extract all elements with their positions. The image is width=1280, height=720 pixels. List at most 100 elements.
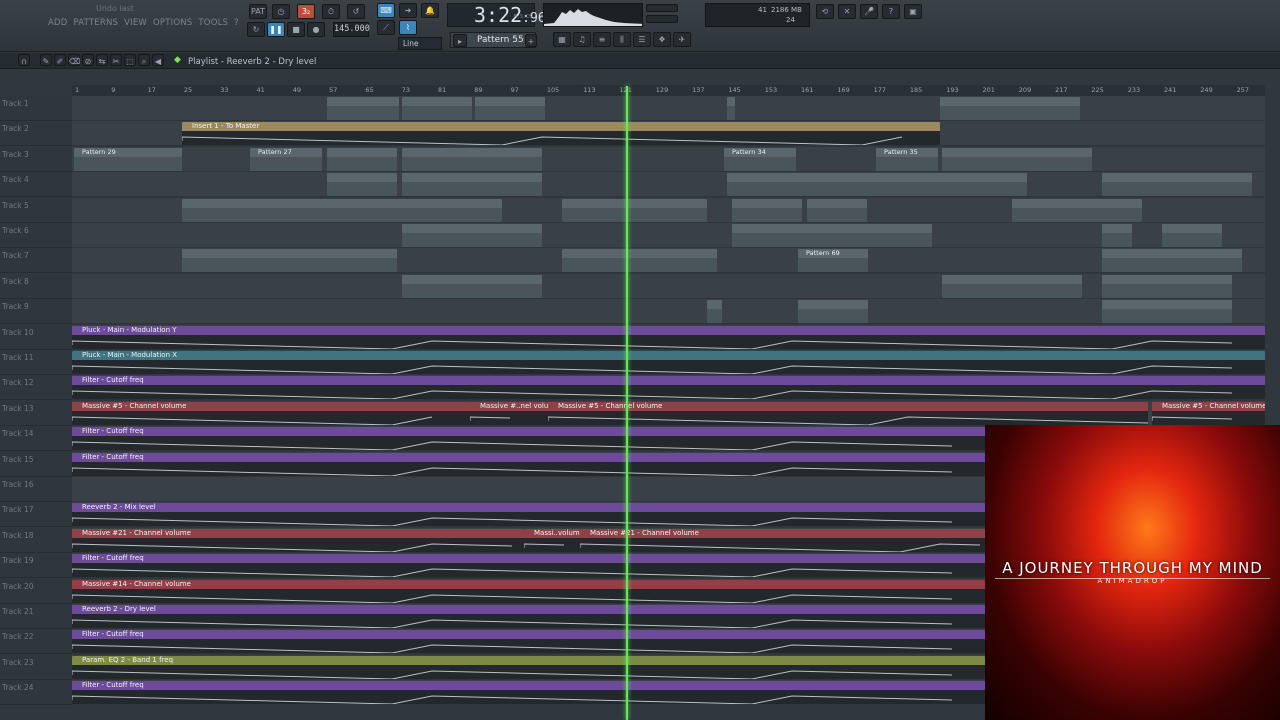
pattern-clip[interactable]: Pattern 34	[724, 147, 796, 171]
pattern-clip[interactable]	[727, 97, 735, 120]
track-lane[interactable]: Filter - Cutoff freq	[72, 375, 1265, 401]
countdown-icon[interactable]: ↺	[347, 4, 365, 19]
pattern-clip[interactable]	[562, 249, 717, 273]
track-label[interactable]: Track 21	[0, 604, 72, 629]
pattern-clip[interactable]	[1102, 249, 1242, 273]
save-icon[interactable]: ▣	[904, 4, 922, 19]
track-label[interactable]: Track 17	[0, 502, 72, 528]
automation-clip[interactable]: Reeverb 2 - Dry level	[72, 605, 985, 628]
menu-options[interactable]: OPTIONS	[153, 18, 192, 28]
track-label[interactable]: Track 1	[0, 96, 72, 121]
track-label[interactable]: Track 16	[0, 477, 72, 502]
mute-icon[interactable]: ⊘	[82, 54, 94, 66]
automation-clip[interactable]: Filter - Cutoff freq	[72, 376, 1265, 400]
channel-rack-icon[interactable]: ≡	[593, 32, 611, 47]
track-lane[interactable]	[72, 197, 1265, 223]
tools-icon[interactable]: ✕	[838, 4, 856, 19]
track-lane[interactable]	[72, 299, 1265, 325]
pattern-clip[interactable]	[182, 249, 397, 273]
track-lane[interactable]	[72, 172, 1265, 198]
track-label[interactable]: Track 6	[0, 223, 72, 248]
pattern-clip[interactable]	[942, 274, 1082, 298]
master-volume-slider[interactable]	[646, 4, 678, 12]
automation-clip[interactable]: Massive #5 - Channel volume	[548, 401, 1148, 425]
automation-clip[interactable]: Filter - Cutoff freq	[72, 681, 985, 705]
automation-clip[interactable]: Massive #5 - Channel volume	[72, 401, 470, 425]
metronome-icon[interactable]: ◷	[272, 4, 290, 19]
automation-clip[interactable]: Massive #..nel volume	[470, 401, 548, 425]
track-lane[interactable]: Pattern 29 Pattern 27 Pattern 34 Pattern 35	[72, 146, 1265, 172]
pat-song-toggle[interactable]: PAT	[249, 4, 267, 19]
pattern-clip[interactable]	[402, 224, 542, 247]
select-icon[interactable]: ⬚	[124, 54, 136, 66]
track-label[interactable]: Track 9	[0, 299, 72, 325]
track-label[interactable]: Track 24	[0, 680, 72, 706]
automation-clip[interactable]: Filter - Cutoff freq	[72, 427, 985, 451]
slip-icon[interactable]: ⇆	[96, 54, 108, 66]
master-pitch-slider[interactable]	[646, 15, 678, 23]
track-label[interactable]: Track 15	[0, 451, 72, 477]
track-lane[interactable]	[72, 273, 1265, 299]
loop-record-icon[interactable]: ↻	[247, 22, 265, 37]
track-label[interactable]: Track 11	[0, 350, 72, 375]
tempo-display[interactable]: 145.000	[333, 22, 370, 37]
pattern-clip[interactable]	[327, 147, 397, 171]
pattern-clip[interactable]	[1102, 224, 1132, 247]
track-lane[interactable]	[72, 223, 1265, 248]
snap-select[interactable]: Line	[398, 37, 442, 50]
pattern-clip[interactable]	[732, 198, 802, 222]
playhead[interactable]	[626, 86, 628, 720]
automation-clip[interactable]: Massive #21 - Channel volume	[580, 528, 985, 552]
piano-roll-icon[interactable]: ♫	[573, 32, 591, 47]
track-label[interactable]: Track 14	[0, 426, 72, 452]
pattern-clip[interactable]	[942, 147, 1092, 171]
track-label[interactable]: Track 4	[0, 172, 72, 198]
track-label[interactable]: Track 7	[0, 248, 72, 274]
pattern-clip[interactable]: Pattern 27	[250, 147, 322, 171]
track-label[interactable]: Track 5	[0, 197, 72, 223]
pattern-clip[interactable]	[707, 300, 722, 324]
track-lane[interactable]: Pluck - Main - Modulation Y	[72, 324, 1265, 350]
pattern-clip[interactable]	[798, 300, 868, 324]
track-lane[interactable]	[72, 96, 1265, 121]
track-label[interactable]: Track 20	[0, 578, 72, 604]
menu-view[interactable]: VIEW	[124, 18, 147, 28]
pattern-clip[interactable]	[727, 173, 1027, 197]
pattern-clip[interactable]	[1102, 274, 1232, 298]
pattern-clip[interactable]	[402, 147, 542, 171]
wait-input-icon[interactable]: ⏱	[322, 4, 340, 19]
menu-help[interactable]: ?	[234, 18, 239, 28]
pattern-clip[interactable]	[402, 97, 472, 120]
speaker-icon[interactable]: ◀	[152, 54, 164, 66]
automation-clip[interactable]: Massi..volume	[524, 528, 580, 552]
track-label[interactable]: Track 13	[0, 400, 72, 426]
mic-icon[interactable]: 🎤	[860, 4, 878, 19]
track-label[interactable]: Track 19	[0, 553, 72, 579]
undo-icon[interactable]: ⟲	[816, 4, 834, 19]
pattern-clip[interactable]	[182, 198, 502, 222]
menu-patterns[interactable]: PATTERNS	[74, 18, 119, 28]
record-button[interactable]: ●	[307, 22, 325, 37]
slice-icon[interactable]: ✂	[110, 54, 122, 66]
mixer-icon[interactable]: ⫼	[613, 32, 631, 47]
track-label[interactable]: Track 12	[0, 375, 72, 401]
playlist-icon[interactable]: ▦	[553, 32, 571, 47]
track-label[interactable]: Track 22	[0, 629, 72, 655]
track-label[interactable]: Track 3	[0, 146, 72, 172]
track-label[interactable]: Track 23	[0, 654, 72, 680]
audio-icon[interactable]: 🔔	[421, 3, 439, 18]
track-lane[interactable]: Insert 1 - To Master	[72, 121, 1265, 147]
pattern-clip[interactable]	[1162, 224, 1222, 247]
track-lane[interactable]: Pattern 69	[72, 248, 1265, 274]
track-label[interactable]: Track 2	[0, 121, 72, 147]
song-time-display[interactable]: 3:22:96 M:S:CS	[447, 3, 546, 27]
pattern-clip[interactable]	[1102, 300, 1232, 324]
magnet-icon[interactable]: ∩	[18, 54, 30, 66]
pattern-clip[interactable]	[562, 198, 707, 222]
menu-tools[interactable]: TOOLS	[198, 18, 228, 28]
pattern-clip[interactable]: Pattern 35	[876, 147, 938, 171]
automation-clip[interactable]: Pluck - Main - Modulation X	[72, 351, 1265, 374]
automation-clip[interactable]: Insert 1 - To Master	[182, 122, 940, 146]
pattern-prev-icon[interactable]: ▸	[453, 34, 467, 47]
pattern-clip[interactable]	[1012, 198, 1142, 222]
